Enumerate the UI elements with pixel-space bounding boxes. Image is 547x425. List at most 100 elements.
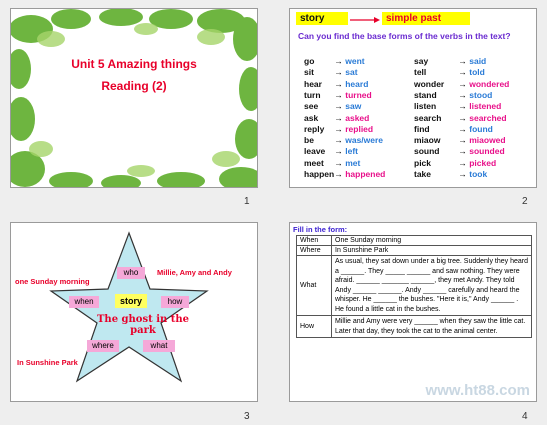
arrow-right-icon: →	[456, 157, 470, 168]
arrow-right-icon: →	[456, 56, 470, 66]
verb-pair: stand → stood	[414, 90, 492, 100]
how-box: how	[161, 296, 189, 308]
past-form: met	[345, 157, 361, 168]
past-form: picked	[469, 157, 497, 168]
base-form: ask	[304, 112, 319, 123]
past-form: stood	[469, 89, 493, 100]
past-form: wondered	[469, 78, 510, 89]
past-form: turned	[345, 89, 372, 100]
past-form: said	[469, 56, 487, 66]
base-form: go	[304, 56, 315, 66]
verb-pair: go → went	[304, 56, 365, 66]
arrow-right-icon: →	[332, 135, 346, 146]
base-form: leave	[304, 146, 326, 157]
ghost-title: The ghost in the park	[96, 314, 190, 336]
when-answer: one Sunday morning	[15, 277, 90, 286]
base-form: reply	[304, 123, 325, 134]
past-form: miaowed	[469, 135, 506, 146]
row-value: As usual, they sat down under a big tree…	[331, 255, 532, 316]
slide-2-thumbnail[interactable]: story simple past Can you find the base …	[289, 8, 537, 188]
arrow-right-icon: →	[456, 146, 470, 157]
when-box: when	[69, 296, 99, 308]
slide-4-thumbnail[interactable]: Fill in the form: When One Sunday morning…	[289, 222, 537, 402]
arrow-right-icon: →	[456, 169, 470, 179]
arrow-right-icon: →	[332, 169, 346, 179]
base-form: search	[414, 112, 442, 123]
row-key: When	[296, 235, 332, 246]
arrow-right-icon: →	[456, 135, 470, 146]
past-form: happened	[345, 169, 386, 179]
past-form: left	[345, 146, 358, 157]
row-value: In Sunshine Park	[331, 245, 532, 256]
slide-3-thumbnail[interactable]: who when story how The ghost in the park…	[10, 222, 258, 402]
what-box: what	[143, 340, 175, 352]
arrow-right-icon: →	[332, 112, 346, 123]
arrow-right-icon: →	[332, 78, 346, 89]
past-form: found	[469, 123, 493, 134]
past-form: saw	[345, 101, 362, 112]
row-key: Where	[296, 245, 332, 256]
row-value: One Sunday morning	[331, 235, 532, 246]
base-form: miaow	[414, 135, 441, 146]
past-form: replied	[345, 123, 374, 134]
arrow-right-icon: →	[332, 101, 346, 112]
past-form: sat	[345, 67, 358, 78]
base-form: hear	[304, 78, 322, 89]
past-form: asked	[345, 112, 370, 123]
past-form: told	[469, 67, 485, 78]
past-form: searched	[469, 112, 507, 123]
arrow-right-icon: →	[456, 112, 470, 123]
past-form: was/were	[345, 135, 384, 146]
arrow-right-icon: →	[332, 67, 346, 78]
base-form: see	[304, 101, 319, 112]
arrow-right-icon: →	[332, 56, 346, 66]
verb-pair: ask → asked	[304, 113, 369, 123]
fill-form-table: When One Sunday morning Where In Sunshine …	[296, 235, 532, 338]
verb-pair: turn → turned	[304, 90, 372, 100]
table-row: When One Sunday morning	[296, 235, 532, 246]
where-answer: In Sunshine Park	[17, 358, 78, 367]
verb-pair: take → took	[414, 169, 487, 179]
past-form: went	[345, 56, 365, 66]
form-heading: Fill in the form:	[293, 225, 348, 234]
arrow-right-icon: →	[332, 123, 346, 134]
verb-pair: hear → heard	[304, 79, 368, 89]
verb-pair: see → saw	[304, 101, 361, 111]
past-form: listened	[469, 101, 502, 112]
base-form: stand	[414, 89, 437, 100]
arrow-right-icon: →	[456, 123, 470, 134]
verb-pair: happen → happened	[304, 169, 385, 179]
simple-past-label: simple past	[386, 13, 442, 24]
verb-pair: be → was/were	[304, 135, 383, 145]
base-form: sound	[414, 146, 440, 157]
slide-number-2: 2	[522, 196, 528, 207]
verb-pair: reply → replied	[304, 124, 373, 134]
verb-pair: tell → told	[414, 67, 485, 77]
star-shape	[49, 231, 209, 383]
base-form: take	[414, 169, 432, 179]
base-form: be	[304, 135, 314, 146]
base-form: wonder	[414, 78, 445, 89]
verb-pair: leave → left	[304, 146, 358, 156]
base-form: find	[414, 123, 430, 134]
slide-1-thumbnail[interactable]: Unit 5 Amazing things Reading (2)	[10, 8, 258, 188]
base-form: listen	[414, 101, 437, 112]
base-form: meet	[304, 157, 324, 168]
question-text: Can you find the base forms of the verbs…	[298, 31, 511, 41]
who-answer: Millie, Amy and Andy	[157, 268, 232, 277]
verb-pair: search → searched	[414, 113, 507, 123]
story-box: story	[115, 294, 147, 308]
verb-pair: sound → sounded	[414, 146, 505, 156]
story-label: story	[300, 13, 325, 24]
row-key: How	[296, 315, 332, 338]
arrow-right-icon: →	[456, 101, 470, 112]
arrow-right-icon	[350, 17, 380, 23]
verb-pair: find → found	[414, 124, 493, 134]
slide-number-4: 4	[522, 411, 528, 422]
verb-pair: sit → sat	[304, 67, 358, 77]
row-value: Millie and Amy were very ______ when the…	[331, 315, 532, 338]
watermark: www.ht88.com	[425, 382, 530, 399]
table-row: What As usual, they sat down under a big …	[296, 255, 532, 316]
verb-pair: meet → met	[304, 158, 360, 168]
verb-pair: listen → listened	[414, 101, 501, 111]
